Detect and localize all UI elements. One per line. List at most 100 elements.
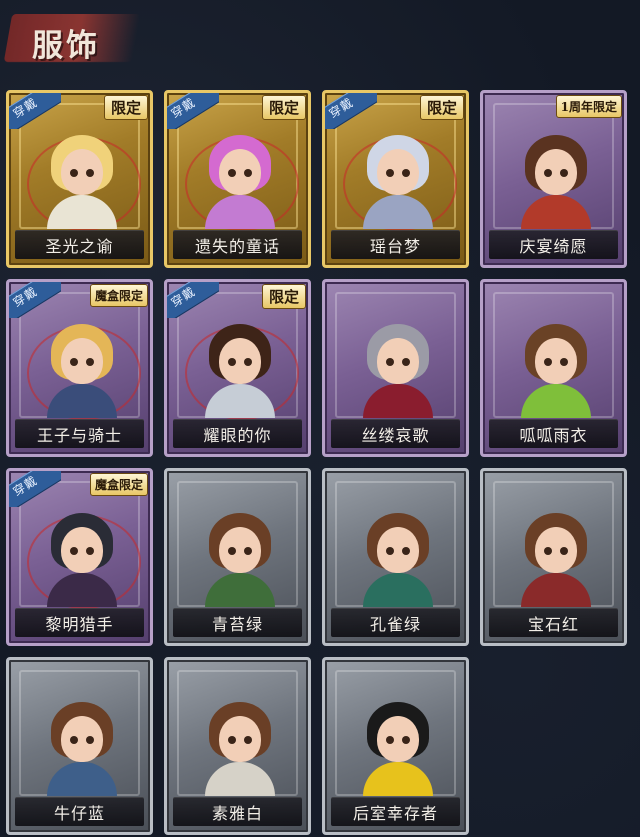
portrait-eye — [386, 358, 394, 366]
costume-card[interactable]: 丝缕哀歌 — [322, 279, 469, 457]
card-label-bar: 素雅白 — [173, 797, 302, 826]
portrait-eye — [544, 169, 552, 177]
card-label-bar: 丝缕哀歌 — [331, 419, 460, 448]
portrait-outfit — [47, 762, 117, 796]
character-portrait — [353, 690, 443, 796]
portrait-eye — [402, 358, 410, 366]
portrait-face — [61, 149, 103, 195]
portrait-outfit — [363, 762, 433, 796]
card-label-bar: 庆宴绮愿 — [489, 230, 618, 259]
equipped-badge: 穿戴 — [167, 282, 219, 318]
portrait-eye — [402, 736, 410, 744]
portrait-eye — [544, 547, 552, 555]
portrait-eye — [86, 547, 94, 555]
character-portrait — [353, 312, 443, 418]
character-portrait — [37, 123, 127, 229]
costume-card[interactable]: 限定 穿戴瑶台梦 — [322, 90, 469, 268]
portrait-eye — [86, 169, 94, 177]
portrait-eye — [86, 736, 94, 744]
portrait-face — [377, 149, 419, 195]
card-label-bar: 孔雀绿 — [331, 608, 460, 637]
portrait-face — [377, 716, 419, 762]
limited-tag: 限定 — [261, 95, 306, 120]
limited-tag: 魔盒限定 — [89, 284, 148, 307]
portrait-outfit — [205, 762, 275, 796]
portrait-eye — [544, 358, 552, 366]
costume-card[interactable]: 限定 穿戴遗失的童话 — [164, 90, 311, 268]
portrait-eye — [228, 169, 236, 177]
costume-card[interactable]: 限定 穿戴 圣光之谕 — [6, 90, 153, 268]
card-label-bar: 王子与骑士 — [15, 419, 144, 448]
costume-card[interactable]: 后室幸存者 — [322, 657, 469, 835]
portrait-outfit — [521, 195, 591, 229]
portrait-eye — [70, 736, 78, 744]
portrait-eye — [402, 169, 410, 177]
portrait-face — [61, 716, 103, 762]
costume-name: 耀眼的你 — [203, 426, 272, 445]
costume-grid: 限定 穿戴 圣光之谕 限定 穿戴 遗失的童话 限定 穿戴 瑶台梦 1周年限定 庆宴绮愿 魔盒限定 穿戴王… — [0, 0, 640, 837]
costume-name: 遗失的童话 — [194, 237, 280, 256]
portrait-outfit — [205, 573, 275, 607]
portrait-eye — [70, 169, 78, 177]
costume-card[interactable]: 魔盒限定 穿戴王子与骑士 — [6, 279, 153, 457]
portrait-eye — [228, 547, 236, 555]
card-label-bar: 黎明猎手 — [15, 608, 144, 637]
costume-card[interactable]: 1周年限定 庆宴绮愿 — [480, 90, 627, 268]
costume-name: 黎明猎手 — [45, 615, 114, 634]
portrait-face — [219, 149, 261, 195]
character-portrait — [353, 123, 443, 229]
costume-card[interactable]: 青苔绿 — [164, 468, 311, 646]
portrait-face — [61, 338, 103, 384]
portrait-eye — [386, 169, 394, 177]
equipped-badge: 穿戴 — [325, 93, 377, 129]
card-label-bar: 瑶台梦 — [331, 230, 460, 259]
portrait-eye — [560, 169, 568, 177]
portrait-outfit — [47, 384, 117, 418]
portrait-eye — [228, 736, 236, 744]
equipped-badge: 穿戴 — [167, 93, 219, 129]
costume-card[interactable]: 素雅白 — [164, 657, 311, 835]
equipped-badge: 穿戴 — [9, 471, 61, 507]
limited-tag: 限定 — [261, 284, 306, 309]
portrait-eye — [244, 358, 252, 366]
portrait-face — [219, 338, 261, 384]
limited-tag: 魔盒限定 — [89, 473, 148, 496]
costume-card[interactable]: 牛仔蓝 — [6, 657, 153, 835]
portrait-face — [535, 338, 577, 384]
costume-card[interactable]: 宝石红 — [480, 468, 627, 646]
portrait-outfit — [521, 384, 591, 418]
character-portrait — [37, 501, 127, 607]
equipped-badge: 穿戴 — [9, 282, 61, 318]
portrait-eye — [560, 547, 568, 555]
portrait-face — [219, 716, 261, 762]
costume-name: 丝缕哀歌 — [361, 426, 430, 445]
portrait-eye — [244, 547, 252, 555]
portrait-outfit — [521, 573, 591, 607]
portrait-face — [535, 527, 577, 573]
portrait-eye — [560, 358, 568, 366]
card-label-bar: 牛仔蓝 — [15, 797, 144, 826]
portrait-outfit — [47, 573, 117, 607]
portrait-eye — [386, 547, 394, 555]
portrait-eye — [86, 358, 94, 366]
card-label-bar: 耀眼的你 — [173, 419, 302, 448]
costume-name: 呱呱雨衣 — [519, 426, 588, 445]
costume-name: 圣光之谕 — [45, 237, 114, 256]
equipped-badge: 穿戴 — [9, 93, 61, 129]
card-label-bar: 宝石红 — [489, 608, 618, 637]
character-portrait — [195, 690, 285, 796]
card-label-bar: 呱呱雨衣 — [489, 419, 618, 448]
limited-tag: 限定 — [419, 95, 464, 120]
portrait-face — [377, 527, 419, 573]
card-label-bar: 后室幸存者 — [331, 797, 460, 826]
costume-name: 孔雀绿 — [369, 615, 421, 634]
costume-card[interactable]: 呱呱雨衣 — [480, 279, 627, 457]
costume-card[interactable]: 魔盒限定 穿戴黎明猎手 — [6, 468, 153, 646]
costume-card[interactable]: 限定 穿戴耀眼的你 — [164, 279, 311, 457]
card-label-bar: 青苔绿 — [173, 608, 302, 637]
portrait-face — [377, 338, 419, 384]
character-portrait — [37, 690, 127, 796]
portrait-eye — [402, 547, 410, 555]
costume-card[interactable]: 孔雀绿 — [322, 468, 469, 646]
portrait-eye — [70, 547, 78, 555]
